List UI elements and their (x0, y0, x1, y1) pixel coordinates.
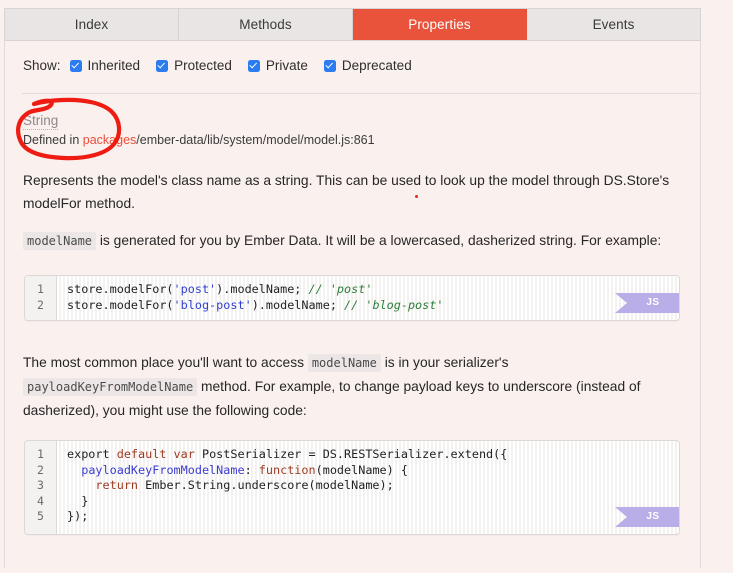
checkbox-protected-icon[interactable] (156, 59, 169, 72)
filter-protected-label: Protected (174, 58, 232, 73)
paragraph-2-text: is generated for you by Ember Data. It w… (96, 233, 662, 248)
code-block-1-language-badge: JS (615, 293, 679, 313)
code-block-1-content[interactable]: store.modelFor('post').modelName; // 'po… (57, 276, 679, 320)
tab-events-label: Events (592, 17, 635, 32)
filter-inherited[interactable]: Inherited (69, 58, 141, 73)
page-root: Index Methods Properties Events Show: In… (0, 0, 733, 573)
filter-inherited-label: Inherited (87, 58, 141, 73)
tab-events[interactable]: Events (527, 9, 700, 40)
checkbox-deprecated-icon[interactable] (323, 59, 336, 72)
code-block-1-gutter: 12 (25, 276, 57, 320)
tab-properties[interactable]: Properties (353, 9, 527, 40)
code-block-2-language-badge: JS (615, 507, 679, 527)
defined-in-path: /ember-data/lib/system/model/model.js:86… (136, 133, 375, 147)
property-type: String (23, 113, 59, 130)
code-block-2-gutter: 12345 (25, 441, 57, 534)
description-paragraph-1: Represents the model's class name as a s… (23, 173, 670, 211)
inline-code-modelname-2: modelName (307, 354, 381, 372)
filter-deprecated-label: Deprecated (341, 58, 412, 73)
description-paragraph-2: modelName is generated for you by Ember … (23, 229, 688, 253)
show-label: Show: (23, 58, 61, 73)
code-block-1: 12 store.modelFor('post').modelName; // … (24, 275, 680, 321)
inline-code-payloadkeyfrommodelname: payloadKeyFromModelName (23, 378, 198, 396)
tab-properties-label: Properties (408, 17, 471, 32)
tab-methods-label: Methods (239, 17, 292, 32)
paragraph-3-mid: is in your serializer's (380, 355, 509, 370)
filter-protected[interactable]: Protected (156, 58, 232, 73)
defined-in-link[interactable]: packages (83, 133, 137, 147)
tab-index-label: Index (74, 17, 109, 32)
code-block-2: 12345 export default var PostSerializer … (24, 440, 680, 535)
annotation-dot (415, 195, 418, 198)
filter-private[interactable]: Private (247, 58, 308, 73)
tab-bar: Index Methods Properties Events (4, 8, 701, 41)
description-paragraph-3: The most common place you'll want to acc… (23, 351, 683, 422)
checkbox-inherited-icon[interactable] (69, 59, 82, 72)
tab-index[interactable]: Index (5, 9, 179, 40)
checkbox-private-icon[interactable] (247, 59, 260, 72)
defined-in-line: Defined in packages/ember-data/lib/syste… (23, 133, 375, 147)
paragraph-3-pre: The most common place you'll want to acc… (23, 355, 308, 370)
tab-methods[interactable]: Methods (179, 9, 353, 40)
defined-in-prefix: Defined in (23, 133, 83, 147)
code-block-2-content[interactable]: export default var PostSerializer = DS.R… (57, 441, 679, 534)
inline-code-modelname: modelName (23, 232, 97, 250)
filter-deprecated[interactable]: Deprecated (323, 58, 412, 73)
show-filters-row: Show: Inherited Protected Private Deprec… (23, 58, 428, 73)
filter-private-label: Private (265, 58, 308, 73)
header-divider (22, 93, 699, 94)
